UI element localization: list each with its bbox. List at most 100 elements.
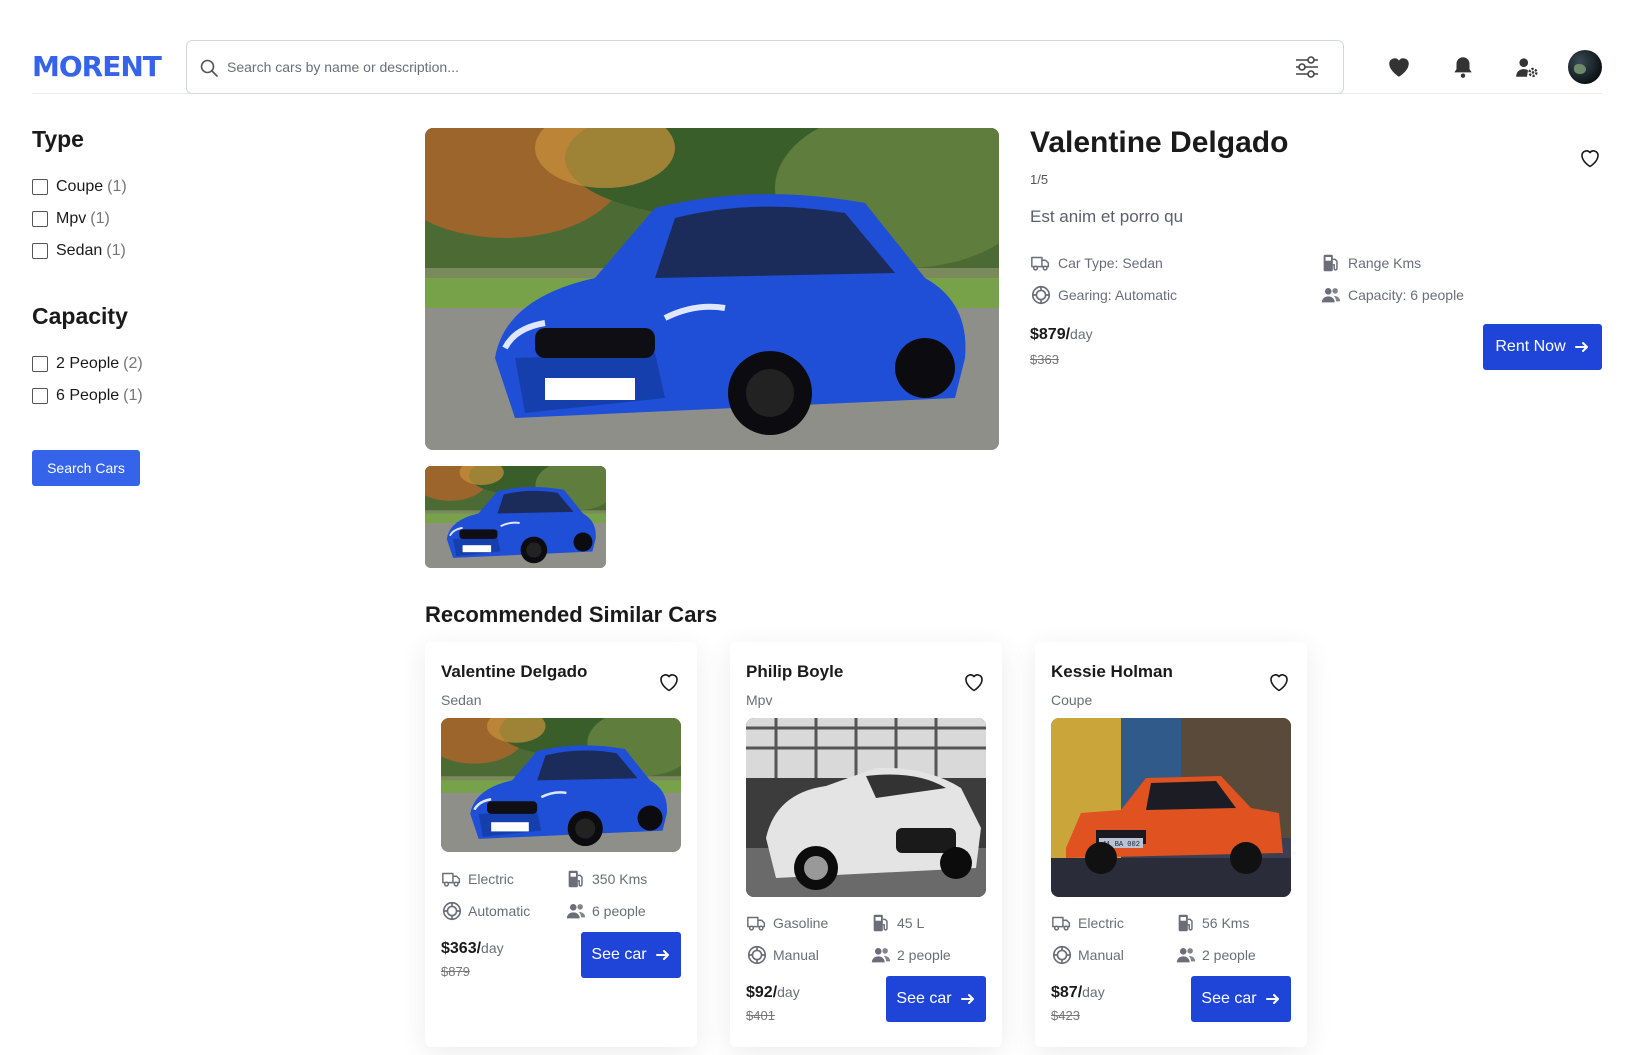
spec-capacity: 2 people bbox=[1175, 944, 1256, 966]
car-card[interactable]: Valentine Delgado Sedan Electric 350 Kms… bbox=[425, 642, 697, 1047]
old-price: $401 bbox=[746, 1008, 775, 1023]
filter-count: (1) bbox=[123, 387, 143, 404]
card-price: $87/day bbox=[1051, 984, 1105, 1002]
spec-text: Manual bbox=[773, 947, 819, 963]
card-title: Valentine Delgado bbox=[441, 662, 588, 681]
checkbox[interactable] bbox=[32, 179, 48, 195]
arrow-right-icon bbox=[1574, 339, 1590, 355]
spec-text: Capacity: 6 people bbox=[1348, 287, 1464, 303]
spec-text: 2 people bbox=[1202, 947, 1256, 963]
filter-label: 6 People bbox=[56, 387, 120, 404]
card-image bbox=[441, 718, 681, 852]
steering-wheel-icon bbox=[1051, 944, 1073, 966]
thumbnail-image[interactable] bbox=[425, 466, 606, 568]
price-value: $87/ bbox=[1051, 984, 1083, 1001]
price-unit: day bbox=[777, 984, 800, 1000]
old-price: $363 bbox=[1030, 352, 1059, 367]
spec-text: Gasoline bbox=[773, 915, 829, 931]
spec-range: 45 L bbox=[870, 912, 924, 934]
price-unit: day bbox=[1082, 984, 1105, 1000]
filter-type-sedan[interactable]: Sedan (1) bbox=[32, 235, 292, 267]
car-card[interactable]: Kessie Holman Coupe 41 BA 002 Electric 5… bbox=[1035, 642, 1307, 1047]
checkbox[interactable] bbox=[32, 243, 48, 259]
spec-range: 350 Kms bbox=[565, 868, 647, 890]
spec-text: Manual bbox=[1078, 947, 1124, 963]
car-icon bbox=[1051, 912, 1073, 934]
people-icon bbox=[1175, 944, 1197, 966]
spec-fuel: Electric bbox=[441, 868, 514, 890]
see-car-button[interactable]: See car bbox=[581, 932, 681, 978]
price-value: $92/ bbox=[746, 984, 778, 1001]
search-icon bbox=[200, 59, 218, 77]
search-cars-button[interactable]: Search Cars bbox=[32, 450, 140, 486]
spec-fuel: Electric bbox=[1051, 912, 1124, 934]
filter-capacity-6[interactable]: 6 People (1) bbox=[32, 380, 292, 412]
filter-type-coupe[interactable]: Coupe (1) bbox=[32, 171, 292, 203]
steering-wheel-icon bbox=[441, 900, 463, 922]
spec-text: Automatic bbox=[468, 903, 531, 919]
card-title: Philip Boyle bbox=[746, 662, 844, 681]
spec-text: Electric bbox=[1078, 915, 1124, 931]
spec-text: 56 Kms bbox=[1202, 915, 1250, 931]
card-image bbox=[746, 718, 986, 897]
see-car-button[interactable]: See car bbox=[1191, 976, 1291, 1022]
favorite-heart-icon[interactable] bbox=[1267, 670, 1291, 694]
button-label: Rent Now bbox=[1495, 338, 1566, 355]
filter-label: 2 People bbox=[56, 355, 120, 372]
checkbox[interactable] bbox=[32, 388, 48, 404]
spec-capacity: Capacity: 6 people bbox=[1320, 284, 1464, 306]
steering-wheel-icon bbox=[746, 944, 768, 966]
favorite-heart-icon[interactable] bbox=[962, 670, 986, 694]
fuel-icon bbox=[1175, 912, 1197, 934]
favorite-heart-icon[interactable] bbox=[657, 670, 681, 694]
search-bar[interactable] bbox=[186, 40, 1344, 94]
spec-fuel: Gasoline bbox=[746, 912, 828, 934]
card-title: Kessie Holman bbox=[1051, 662, 1173, 681]
see-car-button[interactable]: See car bbox=[886, 976, 986, 1022]
heart-icon[interactable] bbox=[1386, 54, 1412, 80]
arrow-right-icon bbox=[960, 991, 976, 1007]
old-price: $879 bbox=[441, 964, 470, 979]
bell-icon[interactable] bbox=[1450, 54, 1476, 80]
price: $879/day bbox=[1030, 326, 1093, 344]
filter-sliders-icon[interactable] bbox=[1293, 53, 1321, 81]
main-car-image bbox=[425, 128, 999, 450]
rent-now-button[interactable]: Rent Now bbox=[1483, 324, 1602, 370]
user-settings-icon[interactable] bbox=[1514, 54, 1540, 80]
car-icon bbox=[441, 868, 463, 890]
spec-gear: Manual bbox=[746, 944, 819, 966]
price-unit: day bbox=[1070, 326, 1093, 342]
filter-label: Sedan bbox=[56, 242, 103, 259]
filter-type-mpv[interactable]: Mpv (1) bbox=[32, 203, 292, 235]
capacity-filter-title: Capacity bbox=[32, 303, 128, 329]
favorite-heart-icon[interactable] bbox=[1578, 146, 1602, 170]
search-input[interactable] bbox=[227, 51, 1227, 83]
card-type: Sedan bbox=[441, 692, 482, 708]
steering-wheel-icon bbox=[1030, 284, 1052, 306]
car-description: Est anim et porro qu bbox=[1030, 207, 1184, 226]
type-filter-title: Type bbox=[32, 126, 84, 152]
card-type: Mpv bbox=[746, 692, 773, 708]
filter-capacity-2[interactable]: 2 People (2) bbox=[32, 348, 292, 380]
card-price: $92/day bbox=[746, 984, 800, 1002]
checkbox[interactable] bbox=[32, 211, 48, 227]
car-icon bbox=[746, 912, 768, 934]
button-label: See car bbox=[1201, 990, 1257, 1007]
spec-range: 56 Kms bbox=[1175, 912, 1249, 934]
people-icon bbox=[870, 944, 892, 966]
top-header: MORENT bbox=[32, 40, 1602, 94]
people-icon bbox=[1320, 284, 1342, 306]
spec-text: 45 L bbox=[897, 915, 925, 931]
filter-sidebar: Type Coupe (1) Mpv (1) Sedan (1) Capacit… bbox=[32, 126, 292, 486]
card-image: 41 BA 002 bbox=[1051, 718, 1291, 897]
checkbox[interactable] bbox=[32, 356, 48, 372]
spec-text: 2 people bbox=[897, 947, 951, 963]
spec-gear: Manual bbox=[1051, 944, 1124, 966]
car-card[interactable]: Philip Boyle Mpv Gasoline 45 L Manual 2 … bbox=[730, 642, 1002, 1047]
spec-gear: Automatic bbox=[441, 900, 530, 922]
spec-capacity: 6 people bbox=[565, 900, 646, 922]
avatar[interactable] bbox=[1568, 50, 1602, 84]
price-value: $363/ bbox=[441, 940, 482, 957]
logo[interactable]: MORENT bbox=[32, 50, 162, 83]
car-icon bbox=[1030, 252, 1052, 274]
